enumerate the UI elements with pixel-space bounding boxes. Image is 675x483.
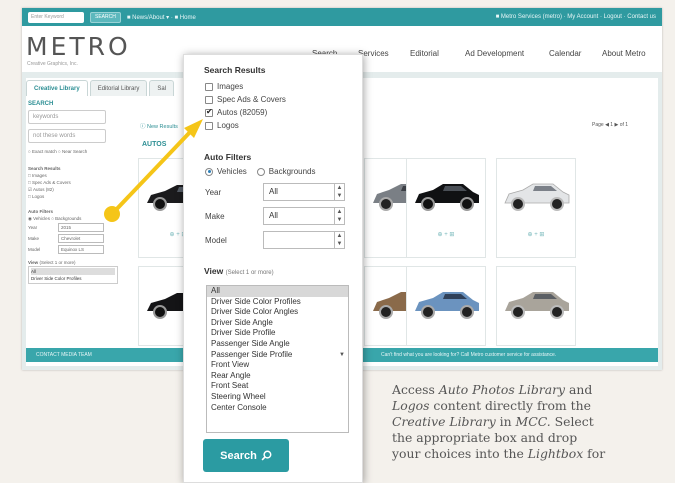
metro-logo[interactable]: METRO bbox=[26, 32, 131, 61]
view-option[interactable]: Driver Side Color Angles bbox=[207, 307, 348, 318]
car-image bbox=[504, 183, 570, 211]
model-select[interactable]: ▲ ▼ bbox=[263, 231, 345, 249]
car-tile[interactable] bbox=[406, 266, 486, 346]
sidebar-view-label: View bbox=[28, 260, 39, 265]
nav-ad-development[interactable]: Ad Development bbox=[465, 49, 524, 58]
view-option[interactable]: Rear Angle bbox=[207, 371, 348, 382]
sidebar-view-all[interactable]: All bbox=[31, 268, 115, 275]
nav-calendar[interactable]: Calendar bbox=[549, 49, 581, 58]
view-option[interactable]: Passenger Side Profile bbox=[207, 350, 348, 361]
sidebar-view-item[interactable]: Driver Side Color Profiles bbox=[31, 275, 115, 282]
view-option[interactable]: Steering Wheel bbox=[207, 392, 348, 403]
sidebar-make-row: Make Chevrolet bbox=[28, 233, 128, 244]
caption-line: Creative Library in MCC. Select bbox=[392, 414, 594, 429]
results-section-title: Search Results bbox=[204, 65, 266, 75]
view-option[interactable]: Front View bbox=[207, 360, 348, 371]
radio-backgrounds-label: Backgrounds bbox=[268, 167, 316, 176]
caption-line: the appropriate box and drop bbox=[392, 430, 578, 445]
view-option[interactable]: Passenger Side Angle bbox=[207, 339, 348, 350]
sidebar-year-label: Year bbox=[28, 225, 38, 230]
filter-radio-group: Vehicles Backgrounds bbox=[205, 167, 316, 176]
logo-subtitle: Creative Graphics, Inc. bbox=[27, 61, 78, 67]
search-dropdown: Search Results Images Spec Ads & Covers … bbox=[183, 54, 363, 483]
sidebar-make-select[interactable]: Chevrolet bbox=[58, 234, 104, 243]
keywords-input[interactable]: keywords bbox=[28, 110, 106, 124]
caption-line: Access Auto Photos Library and bbox=[392, 382, 593, 397]
view-option-all[interactable]: All bbox=[207, 286, 348, 297]
make-select-value: All bbox=[269, 211, 278, 220]
car-image bbox=[415, 292, 479, 319]
sidebar-view-heading: View (Select 1 or more) bbox=[28, 259, 128, 266]
sidebar-make-label: Make bbox=[28, 236, 40, 241]
view-listbox[interactable]: All Driver Side Color Profiles Driver Si… bbox=[206, 285, 349, 433]
car-tile[interactable]: ⊕ + ⊞ bbox=[406, 158, 486, 258]
top-nav-links[interactable]: ■ News/About ▾ · ■ Home bbox=[127, 14, 196, 21]
view-option[interactable]: Driver Side Color Profiles bbox=[207, 297, 348, 308]
sidebar-year-select[interactable]: 2015 bbox=[58, 223, 104, 232]
option-images[interactable]: Images bbox=[205, 82, 243, 91]
caption-line: your choices into the Lightbox for bbox=[392, 446, 606, 461]
caption-line: Logos content directly from the bbox=[392, 398, 591, 413]
caption-text: Access Auto Photos Library and Logos con… bbox=[392, 382, 654, 462]
option-autos[interactable]: Autos (82059) bbox=[205, 107, 268, 117]
sidebar-view-hint: (Select 1 or more) bbox=[39, 260, 76, 265]
callout-arrow bbox=[104, 119, 203, 222]
view-option[interactable]: Front Seat bbox=[207, 381, 348, 392]
pagination[interactable]: Page ◀ 1 ▶ of 1 bbox=[592, 122, 628, 128]
view-title: View bbox=[204, 266, 224, 276]
sidebar-model-select[interactable]: Equinox LS bbox=[58, 245, 104, 254]
search-button[interactable]: Search bbox=[203, 439, 289, 472]
view-option[interactable]: Driver Side Angle bbox=[207, 318, 348, 329]
select-arrows-icon: ▲ ▼ bbox=[334, 208, 344, 224]
top-search-button[interactable]: SEARCH bbox=[90, 11, 121, 23]
year-select-value: All bbox=[269, 187, 278, 196]
contact-media-team-link[interactable]: CONTACT MEDIA TEAM bbox=[36, 352, 92, 358]
search-icon bbox=[261, 450, 272, 461]
option-logos-label: Logos bbox=[217, 121, 239, 130]
car-image bbox=[505, 292, 569, 319]
car-image bbox=[415, 184, 479, 211]
footer-help-text: Can't find what you are looking for? Cal… bbox=[381, 352, 557, 358]
search-button-label: Search bbox=[220, 449, 257, 462]
view-section-title: View (Select 1 or more) bbox=[204, 266, 274, 276]
top-search-input[interactable]: Enter Keyword bbox=[28, 11, 84, 23]
filters-section-title: Auto Filters bbox=[204, 152, 252, 162]
exclude-input[interactable]: not these words bbox=[28, 129, 106, 143]
tab-other[interactable]: Sal bbox=[149, 80, 175, 96]
radio-backgrounds[interactable] bbox=[256, 167, 265, 176]
tab-creative-library[interactable]: Creative Library bbox=[26, 80, 88, 96]
checkbox-spec-ads[interactable] bbox=[205, 95, 213, 104]
sidebar-search-label: SEARCH bbox=[28, 101, 54, 107]
select-arrows-icon: ▲ ▼ bbox=[334, 232, 344, 248]
radio-vehicles-label: Vehicles bbox=[217, 167, 247, 176]
car-tile[interactable] bbox=[496, 266, 576, 346]
option-images-label: Images bbox=[217, 82, 244, 91]
car-tile[interactable]: ⊕ + ⊞ bbox=[496, 158, 576, 258]
option-logos[interactable]: Logos bbox=[205, 121, 239, 130]
view-hint: (Select 1 or more) bbox=[225, 270, 274, 276]
nav-about-metro[interactable]: About Metro bbox=[602, 49, 646, 58]
tile-controls[interactable]: ⊕ + ⊞ bbox=[497, 231, 575, 238]
checkbox-images[interactable] bbox=[205, 82, 213, 91]
sidebar-model-label: Model bbox=[28, 247, 41, 252]
option-autos-label: Autos (82059) bbox=[217, 108, 268, 117]
year-select[interactable]: All ▲ ▼ bbox=[263, 183, 345, 201]
view-option[interactable]: Driver Side Profile bbox=[207, 328, 348, 339]
tab-editorial-library[interactable]: Editorial Library bbox=[89, 80, 148, 96]
sidebar-model-row: Model Equinox LS bbox=[28, 244, 128, 255]
account-links[interactable]: ■ Metro Services (metro) · My Account · … bbox=[496, 14, 656, 20]
option-spec-ads-label: Spec Ads & Covers bbox=[217, 95, 286, 104]
select-arrows-icon: ▲ ▼ bbox=[334, 184, 344, 200]
nav-editorial[interactable]: Editorial bbox=[410, 49, 439, 58]
scroll-down-icon[interactable]: ▼ bbox=[339, 352, 345, 358]
make-select[interactable]: All ▲ ▼ bbox=[263, 207, 345, 225]
option-spec-ads[interactable]: Spec Ads & Covers bbox=[205, 95, 286, 104]
sidebar-view-list[interactable]: All Driver Side Color Profiles bbox=[28, 266, 118, 284]
tile-controls[interactable]: ⊕ + ⊞ bbox=[407, 231, 485, 238]
top-bar: Enter Keyword SEARCH ■ News/About ▾ · ■ … bbox=[22, 8, 662, 26]
library-tabs: Creative Library Editorial Library Sal bbox=[26, 80, 175, 96]
view-option[interactable]: Center Console bbox=[207, 403, 348, 414]
model-label: Model bbox=[205, 236, 227, 245]
